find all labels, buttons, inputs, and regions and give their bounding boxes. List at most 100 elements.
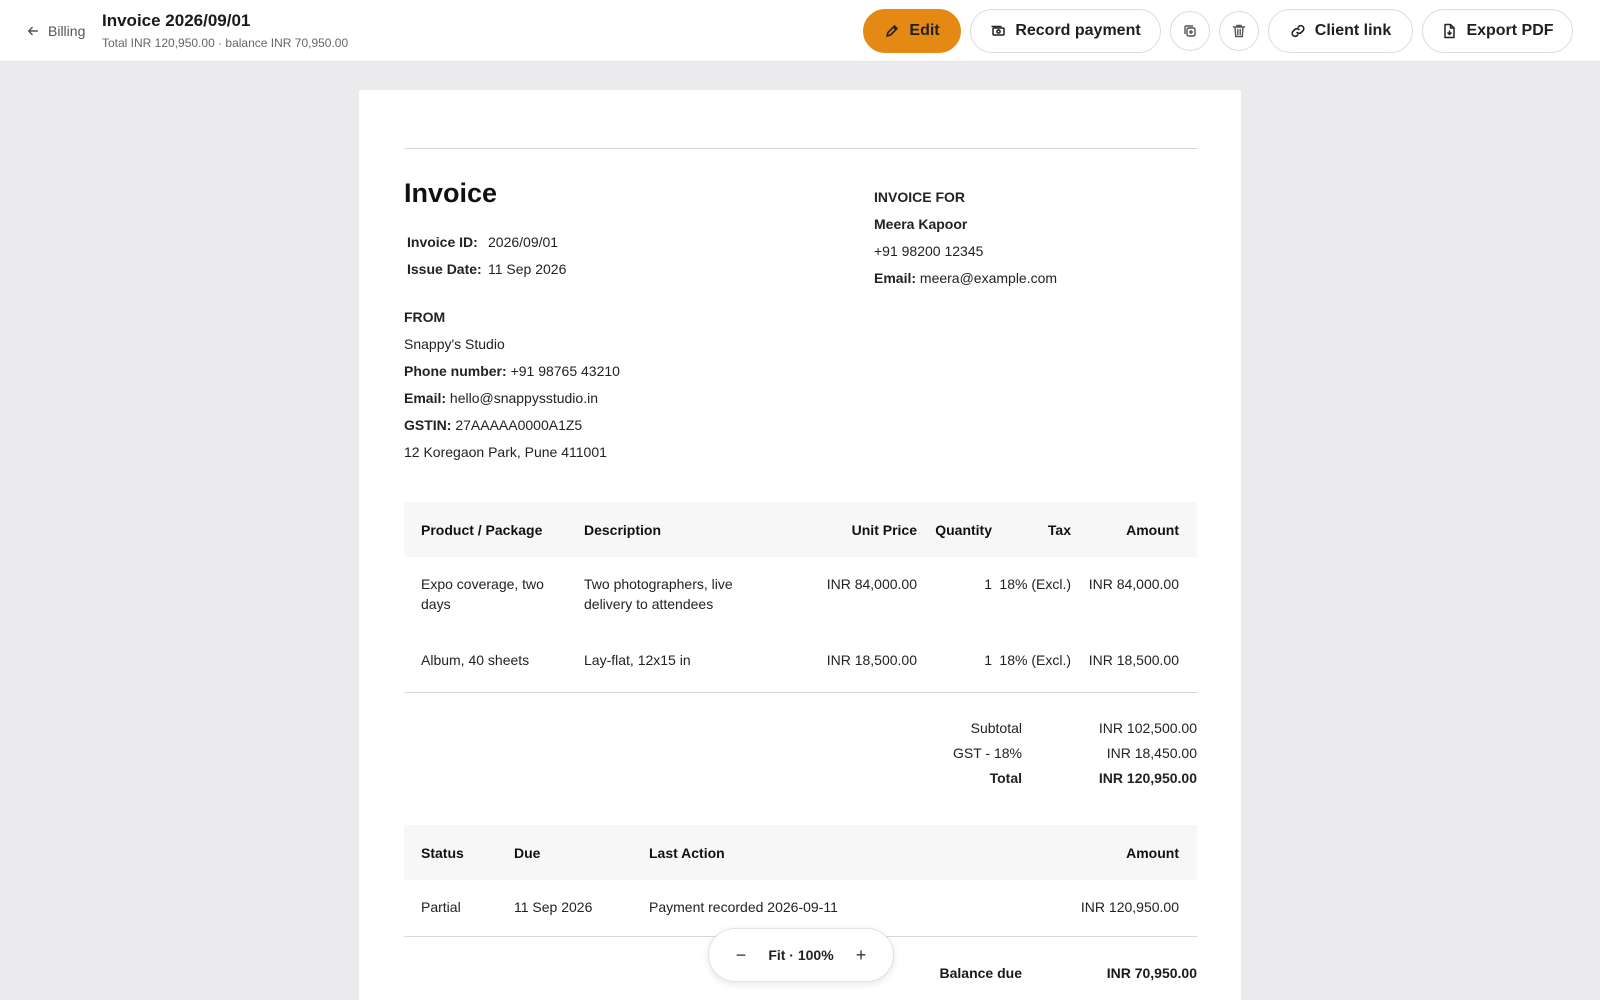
item-product-line: days — [421, 596, 451, 612]
invoice-document: Invoice Invoice ID: 2026/09/01 Issue Date… — [359, 90, 1241, 1000]
balance-label: Balance due — [939, 965, 1022, 981]
export-pdf-label: Export PDF — [1466, 22, 1554, 39]
item-unit-price: INR 18,500.00 — [826, 652, 917, 668]
from-phone-label: Phone number: — [404, 363, 507, 379]
zoom-level[interactable]: Fit · 100% — [768, 947, 833, 963]
invoice-id-row: Invoice ID: 2026/09/01 — [407, 234, 558, 250]
total-value: INR 120,950.00 — [1098, 770, 1197, 786]
pdf-file-icon — [1444, 23, 1456, 39]
zoom-out-button[interactable]: − — [731, 945, 751, 965]
items-table-header: Product / Package Description Unit Price… — [404, 502, 1197, 557]
item-description: Lay-flat, 12x15 in — [584, 652, 691, 668]
invoice-heading: Invoice — [404, 178, 498, 208]
from-email-label: Email: — [404, 390, 447, 406]
item-description: Two photographers, live delivery to atten… — [584, 574, 733, 614]
item-product: Album, 40 sheets — [421, 652, 530, 668]
table-row: Album, 40 sheets Lay-flat, 12x15 in INR … — [404, 635, 1197, 693]
invoice-id-value: 2026/09/01 — [488, 234, 559, 250]
item-amount: INR 18,500.00 — [1088, 652, 1179, 668]
item-product: Expo coverage, two days — [421, 574, 544, 614]
page-subtitle: Total INR 120,950.00 · balance INR 70,95… — [102, 36, 349, 50]
from-address: 12 Koregaon Park, Pune 411001 — [404, 444, 607, 460]
duplicate-icon — [1184, 25, 1196, 37]
edit-button[interactable]: Edit — [863, 9, 961, 53]
status-badge: Partial — [421, 899, 461, 915]
arrow-left-icon — [27, 26, 39, 36]
item-description-line: delivery to attendees — [584, 596, 714, 612]
export-pdf-button[interactable]: Export PDF — [1422, 9, 1573, 53]
from-phone-row: Phone number: +91 98765 43210 — [404, 362, 620, 389]
zoom-in-button[interactable]: + — [851, 945, 871, 965]
client-link-button[interactable]: Client link — [1268, 9, 1413, 53]
duplicate-button[interactable] — [1170, 11, 1210, 51]
page-title-block: Invoice 2026/09/01 Total INR 120,950.00 … — [102, 11, 348, 50]
delete-button[interactable] — [1219, 11, 1259, 51]
top-bar: Billing Invoice 2026/09/01 Total INR 120… — [0, 0, 1600, 62]
client-name: Meera Kapoor — [874, 216, 968, 232]
client-phone: +91 98200 12345 — [874, 243, 984, 259]
link-icon — [1291, 24, 1305, 38]
back-label: Billing — [48, 23, 86, 39]
col-amount: Amount — [1126, 522, 1179, 538]
back-to-billing-link[interactable]: Billing — [26, 20, 85, 42]
invoice-for-heading: INVOICE FOR — [874, 189, 966, 205]
divider — [404, 148, 1197, 149]
issue-date-value: 11 Sep 2026 — [488, 261, 567, 277]
page-title: Invoice 2026/09/01 — [102, 11, 251, 30]
item-tax: 18% (Excl.) — [999, 652, 1071, 668]
col-unit-price: Unit Price — [851, 522, 917, 538]
col-last-action: Last Action — [649, 845, 725, 861]
from-email-row: Email: hello@snappysstudio.in — [404, 389, 620, 416]
trash-icon — [1232, 24, 1246, 38]
subtotal-value: INR 102,500.00 — [1098, 720, 1197, 736]
edit-label: Edit — [909, 22, 940, 39]
item-quantity: 1 — [984, 576, 992, 592]
col-description: Description — [584, 522, 662, 538]
item-unit-price: INR 84,000.00 — [826, 576, 917, 592]
from-heading: FROM — [404, 309, 446, 325]
table-row: Expo coverage, two days Two photographers… — [404, 557, 1197, 635]
invoice-for-block: INVOICE FOR Meera Kapoor +91 98200 12345… — [874, 188, 1057, 296]
subtotal-label: Subtotal — [970, 720, 1022, 736]
status-amount: INR 120,950.00 — [1080, 899, 1179, 915]
from-gstin-row: GSTIN: 27AAAAA0000A1Z5 — [404, 416, 620, 443]
client-email-label: Email: — [874, 270, 917, 286]
gst-label: GST - 18% — [953, 745, 1022, 761]
from-gstin: 27AAAAA0000A1Z5 — [455, 417, 583, 433]
due-date: 11 Sep 2026 — [514, 899, 593, 915]
col-tax: Tax — [1047, 522, 1071, 538]
total-label: Total — [989, 770, 1022, 786]
record-payment-button[interactable]: Record payment — [970, 9, 1161, 53]
issue-date-row: Issue Date: 11 Sep 2026 — [407, 261, 566, 277]
client-email: meera@example.com — [919, 270, 1058, 286]
from-phone: +91 98765 43210 — [510, 363, 620, 379]
last-action: Payment recorded 2026-09-11 — [649, 899, 838, 915]
balance-value: INR 70,950.00 — [1106, 965, 1197, 981]
item-tax: 18% (Excl.) — [999, 576, 1071, 592]
col-due: Due — [514, 845, 541, 861]
client-link-label: Client link — [1314, 22, 1392, 39]
pencil-icon — [886, 25, 899, 37]
col-quantity: Quantity — [935, 522, 992, 538]
money-icon — [991, 25, 1006, 36]
items-table: Product / Package Description Unit Price… — [404, 502, 1197, 693]
col-status: Status — [421, 845, 464, 861]
from-name: Snappy's Studio — [404, 336, 505, 352]
gst-value: INR 18,450.00 — [1106, 745, 1197, 761]
issue-date-label: Issue Date: — [407, 261, 482, 277]
client-email-row: Email: meera@example.com — [874, 269, 1057, 296]
item-quantity: 1 — [984, 652, 992, 668]
col-status-amount: Amount — [1126, 845, 1179, 861]
invoice-id-label: Invoice ID: — [407, 234, 478, 250]
payment-status-table: Status Due Last Action Amount Partial 11… — [404, 825, 1197, 937]
status-table-header: Status Due Last Action Amount — [404, 825, 1197, 880]
from-gstin-label: GSTIN: — [404, 417, 452, 433]
record-payment-label: Record payment — [1015, 22, 1141, 39]
item-product-line: Expo coverage, two — [421, 576, 544, 592]
item-description-line: Two photographers, live — [584, 576, 733, 592]
from-email: hello@snappysstudio.in — [449, 390, 598, 406]
item-amount: INR 84,000.00 — [1088, 576, 1179, 592]
col-product: Product / Package — [421, 522, 543, 538]
zoom-control: − Fit · 100% + — [708, 928, 894, 982]
from-block: FROM Snappy's Studio Phone number: +91 9… — [404, 308, 620, 470]
